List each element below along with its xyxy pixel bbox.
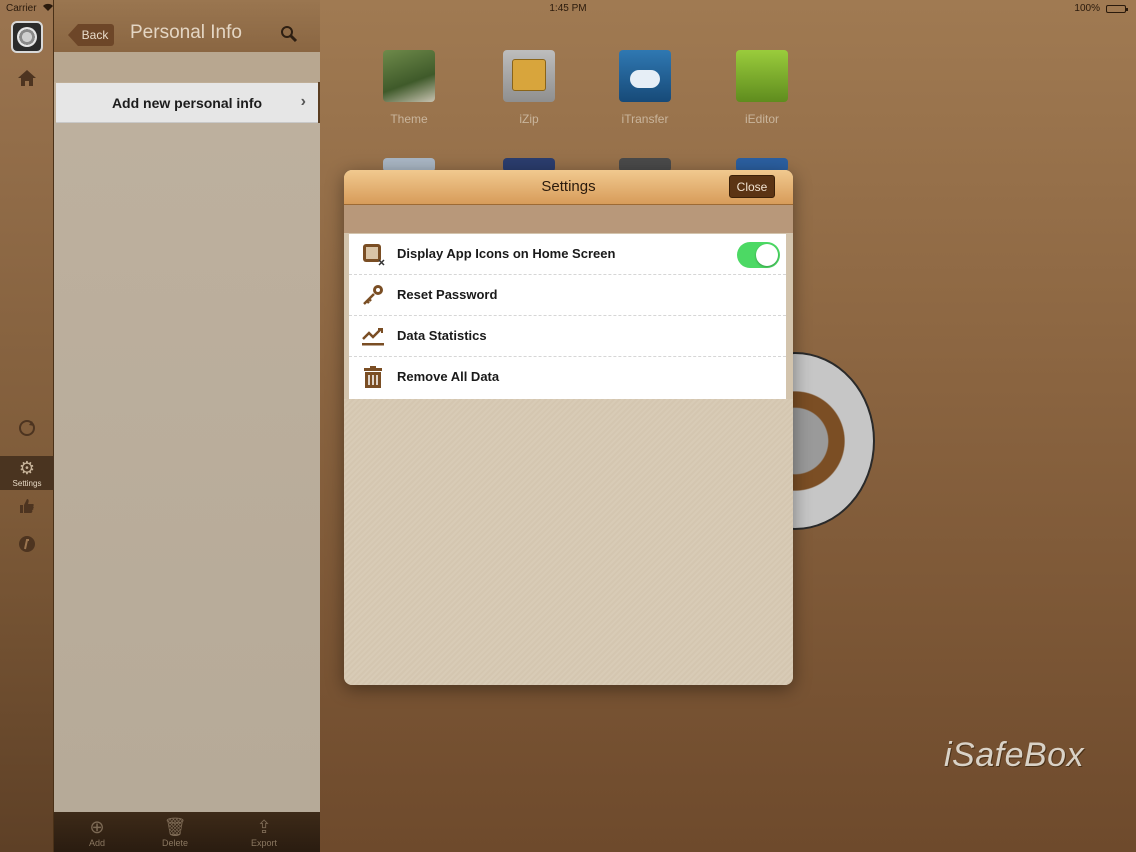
trash-icon: 🗑	[163, 817, 187, 837]
search-icon[interactable]	[280, 25, 298, 43]
home-icon[interactable]	[15, 66, 39, 90]
add-personal-info-label: Add new personal info	[111, 94, 263, 111]
settings-modal-empty-area	[344, 399, 793, 685]
chevron-right-icon: ›	[300, 93, 306, 110]
add-label: Add	[88, 838, 105, 848]
itransfer-app-label: iTransfer	[621, 112, 669, 126]
status-bar: Carrier 1:45 PM 100%	[0, 0, 1136, 18]
rail-settings-item[interactable]: ⚙ Settings	[0, 456, 54, 490]
theme-app-label: Theme	[390, 112, 428, 126]
close-button[interactable]: Close	[729, 175, 775, 198]
settings-row-reset-password[interactable]: Reset Password	[349, 275, 786, 316]
settings-row-remove-all-data[interactable]: Remove All Data	[349, 357, 786, 398]
app-logo-icon[interactable]	[11, 21, 43, 53]
panel-list-area	[54, 123, 320, 813]
left-rail: ⚙ Settings	[0, 0, 54, 852]
settings-modal-title: Settings	[541, 178, 596, 195]
add-personal-info-row[interactable]: Add new personal info ›	[56, 83, 318, 123]
rail-settings-label: Settings	[12, 479, 42, 488]
settings-row-display-app-icons[interactable]: Display App Icons on Home Screen	[349, 234, 786, 275]
izip-app-icon[interactable]	[503, 50, 555, 102]
app-icon-square-icon	[361, 242, 385, 266]
settings-modal-subheader	[344, 205, 793, 233]
remove-all-data-label: Remove All Data	[397, 369, 500, 384]
itransfer-app-icon[interactable]	[619, 50, 671, 102]
settings-modal-header: Settings Close	[344, 170, 793, 205]
brand-logo: iSafeBox	[944, 736, 1085, 774]
data-statistics-label: Data Statistics	[397, 328, 487, 343]
settings-modal: Settings Close Display App Icons on Home…	[344, 170, 793, 685]
status-time: 1:45 PM	[549, 3, 587, 14]
gear-icon: ⚙	[18, 458, 36, 478]
battery-percent: 100%	[1074, 3, 1100, 14]
display-app-icons-toggle[interactable]	[737, 242, 780, 268]
export-label: Export	[250, 838, 277, 848]
export-button[interactable]: ⇪ Export	[239, 816, 289, 848]
add-button[interactable]: ⊕ Add	[72, 816, 122, 848]
panel-bottom-toolbar: ⊕ Add 🗑 Delete ⇪ Export	[54, 812, 320, 852]
display-app-icons-label: Display App Icons on Home Screen	[397, 246, 616, 261]
theme-app-icon[interactable]	[383, 50, 435, 102]
back-button[interactable]: Back	[68, 24, 114, 46]
settings-row-data-statistics[interactable]: Data Statistics	[349, 316, 786, 357]
delete-label: Delete	[161, 838, 188, 848]
settings-list: Display App Icons on Home Screen Reset P…	[349, 234, 786, 399]
chart-icon	[361, 324, 385, 348]
export-icon: ⇪	[256, 817, 272, 837]
panel-title: Personal Info	[130, 22, 242, 43]
trash-icon	[361, 365, 385, 389]
thumbs-up-icon[interactable]	[15, 494, 39, 518]
add-circle-icon: ⊕	[89, 817, 105, 837]
sync-icon[interactable]	[15, 416, 39, 440]
panel-toolbar-strip	[54, 52, 320, 82]
battery-icon	[1106, 5, 1128, 13]
izip-app-label: iZip	[519, 112, 539, 126]
reset-password-label: Reset Password	[397, 287, 498, 302]
ieditor-app-label: iEditor	[744, 112, 779, 126]
key-icon	[361, 283, 385, 307]
personal-info-panel: Back Personal Info Add new personal info…	[54, 0, 320, 852]
delete-button[interactable]: 🗑 Delete	[150, 816, 200, 848]
ieditor-app-icon[interactable]	[736, 50, 788, 102]
info-icon[interactable]	[15, 532, 39, 556]
